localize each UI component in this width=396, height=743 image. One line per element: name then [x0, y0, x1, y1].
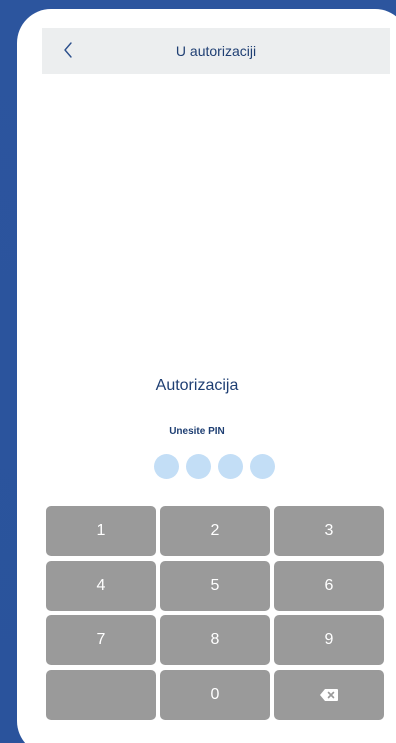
app-backdrop: U autorizaciji Autorizacija Unesite PIN …: [0, 0, 396, 743]
pin-indicator: [154, 454, 275, 479]
key-9[interactable]: 9: [274, 615, 384, 665]
chevron-left-icon: [63, 39, 73, 64]
pin-dot: [250, 454, 275, 479]
key-7[interactable]: 7: [46, 615, 156, 665]
backspace-button[interactable]: [274, 669, 384, 720]
pin-dot: [186, 454, 211, 479]
navigation-bar: U autorizaciji: [42, 28, 390, 74]
pin-dot: [218, 454, 243, 479]
key-2[interactable]: 2: [160, 506, 270, 556]
backspace-icon: [319, 688, 339, 702]
key-1[interactable]: 1: [46, 506, 156, 556]
phone-screen: U autorizaciji Autorizacija Unesite PIN …: [17, 9, 396, 743]
key-empty[interactable]: [46, 669, 156, 720]
key-4[interactable]: 4: [46, 560, 156, 611]
pin-prompt-label: Unesite PIN: [169, 426, 225, 437]
authorization-heading: Autorizacija: [155, 377, 239, 394]
key-8[interactable]: 8: [160, 615, 270, 665]
pin-dot: [154, 454, 179, 479]
key-0[interactable]: 0: [160, 669, 270, 720]
key-6[interactable]: 6: [274, 560, 384, 611]
key-3[interactable]: 3: [274, 506, 384, 556]
back-button[interactable]: [56, 28, 80, 74]
page-title: U autorizaciji: [175, 43, 257, 59]
key-5[interactable]: 5: [160, 560, 270, 611]
numeric-keypad: 1 2 3 4 5 6 7 8 9 0: [46, 506, 386, 720]
